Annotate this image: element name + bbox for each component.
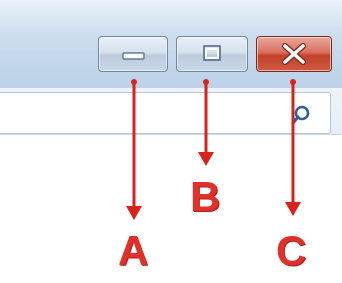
arrowhead-c: [285, 202, 301, 216]
screenshot-stage: A B C: [0, 0, 342, 283]
arrowhead-a: [126, 206, 142, 220]
callout-label-a: A: [118, 227, 149, 274]
callout-label-c: C: [276, 227, 307, 274]
callout-label-b: B: [190, 173, 221, 220]
arrowhead-b: [198, 152, 214, 166]
